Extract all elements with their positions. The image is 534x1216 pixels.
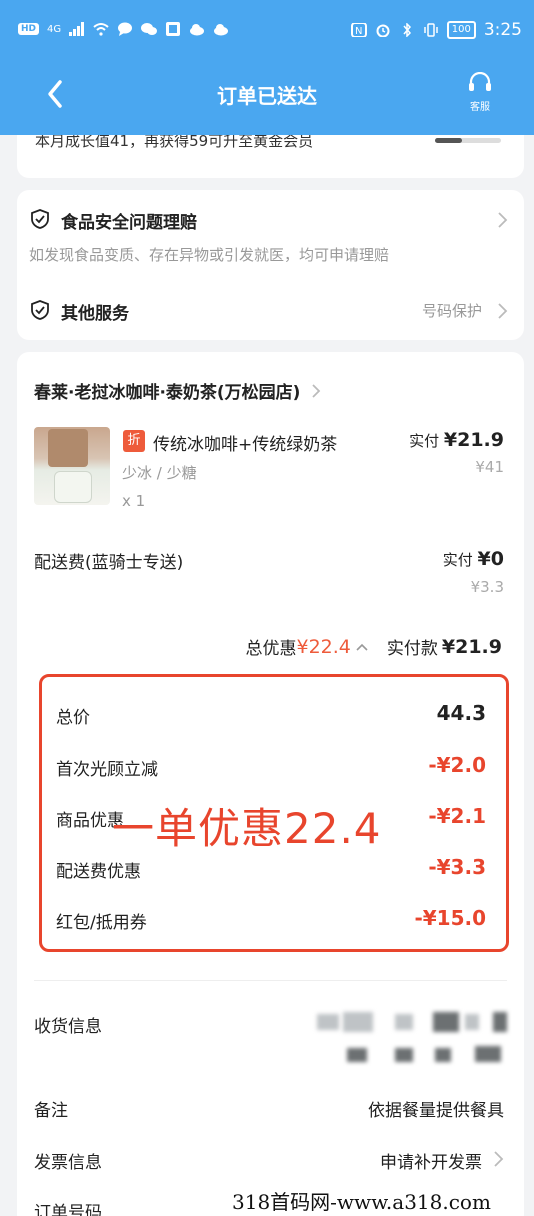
item-paid-price: 实付 ¥21.9 xyxy=(409,429,504,451)
order-card: 春莱·老挝冰咖啡·泰奶茶(万松园店) 折 传统冰咖啡+传统绿奶茶 少冰 / 少糖… xyxy=(17,352,524,1216)
food-safety-desc: 如发现食品变质、存在异物或引发就医，均可申请理赔 xyxy=(29,246,390,264)
hd-indicator: HD xyxy=(18,23,40,35)
breakdown-label: 总价 xyxy=(56,708,90,728)
breakdown-label: 首次光顾立减 xyxy=(56,760,158,780)
cloud-icon xyxy=(214,24,229,36)
delivery-original-price: ¥3.3 xyxy=(470,578,504,596)
discount-breakdown: 总价 44.3 首次光顾立减 -¥2.0 商品优惠 -¥2.1 配送费优惠 -¥… xyxy=(39,674,509,952)
watermark: 318首码网-www.a318.com xyxy=(232,1190,491,1214)
signal-icon xyxy=(69,22,85,36)
cloud-icon xyxy=(190,24,205,36)
breakdown-row: 总价 44.3 xyxy=(56,701,486,728)
alarm-icon xyxy=(376,24,390,37)
status-bar: HD 4G N 100 3:25 xyxy=(0,0,534,62)
breakdown-value: -¥15.0 xyxy=(414,906,486,930)
wifi-icon xyxy=(93,23,109,36)
headset-icon xyxy=(469,71,491,91)
number-protection-label[interactable]: 号码保护 xyxy=(422,300,482,321)
chevron-right-icon[interactable] xyxy=(496,302,508,320)
food-safety-title[interactable]: 食品安全问题理赔 xyxy=(61,208,197,233)
breakdown-label: 配送费优惠 xyxy=(56,862,141,882)
growth-progress-bar xyxy=(435,138,501,143)
invoice-value[interactable]: 申请补开发票 xyxy=(380,1148,482,1173)
product-name: 传统冰咖啡+传统绿奶茶 xyxy=(153,435,338,455)
chevron-up-icon[interactable] xyxy=(355,642,369,652)
breakdown-label: 红包/抵用券 xyxy=(56,913,147,933)
delivery-paid-price: 实付 ¥0 xyxy=(443,548,504,570)
total-paid-label: 实付款 xyxy=(386,639,438,659)
top-bar: HD 4G N 100 3:25 订单已送达 客服 xyxy=(0,0,534,135)
store-name[interactable]: 春莱·老挝冰咖啡·泰奶茶(万松园店) xyxy=(34,378,322,403)
chevron-right-icon xyxy=(312,384,321,398)
breakdown-row: 配送费优惠 -¥3.3 xyxy=(56,855,486,882)
svg-text:N: N xyxy=(355,26,362,37)
chevron-right-icon[interactable] xyxy=(492,1150,504,1168)
wechat-icon xyxy=(141,23,158,35)
breakdown-row: 红包/抵用券 -¥15.0 xyxy=(56,906,486,933)
total-discount-label: 总优惠 xyxy=(245,639,297,659)
breakdown-value: -¥2.0 xyxy=(428,753,486,777)
divider xyxy=(34,980,507,981)
total-paid-value: ¥21.9 xyxy=(441,635,502,658)
delivery-fee-label: 配送费(蓝骑士专送) xyxy=(34,553,184,573)
note-label: 备注 xyxy=(34,1101,68,1121)
discount-badge: 折 xyxy=(123,430,145,452)
chevron-right-icon[interactable] xyxy=(496,211,508,229)
item-paid-label: 实付 xyxy=(409,432,440,450)
product-spec: 少冰 / 少糖 xyxy=(122,464,197,482)
customer-service-label: 客服 xyxy=(470,102,490,113)
shield-check-icon xyxy=(31,300,49,320)
receiver-info-label: 收货信息 xyxy=(34,1017,102,1037)
chat-bubble-icon xyxy=(118,22,133,36)
breakdown-value: -¥2.1 xyxy=(428,804,486,828)
network-indicator: 4G xyxy=(47,23,62,35)
delivery-paid-value: ¥0 xyxy=(477,548,504,570)
shield-check-icon xyxy=(31,209,49,229)
promo-overlay-text: 一单优惠22.4 xyxy=(112,804,382,853)
invoice-label: 发票信息 xyxy=(34,1153,102,1173)
page-title: 订单已送达 xyxy=(217,84,317,108)
clock: 3:25 xyxy=(483,20,522,40)
battery-indicator: 100 xyxy=(446,21,476,39)
item-paid-value: ¥21.9 xyxy=(443,429,504,451)
store-name-label: 春莱·老挝冰咖啡·泰奶茶(万松园店) xyxy=(34,383,301,403)
note-value: 依据餐量提供餐具 xyxy=(368,1101,504,1121)
product-thumbnail[interactable] xyxy=(34,427,110,505)
delivery-paid-label: 实付 xyxy=(442,551,473,569)
nfc-icon: N xyxy=(350,23,367,37)
breakdown-row: 首次光顾立减 -¥2.0 xyxy=(56,753,486,780)
total-discount-value: ¥22.4 xyxy=(296,635,351,658)
other-services-title[interactable]: 其他服务 xyxy=(61,299,129,324)
services-card: 食品安全问题理赔 如发现食品变质、存在异物或引发就医，均可申请理赔 其他服务 号… xyxy=(17,190,524,340)
item-original-price: ¥41 xyxy=(475,458,504,476)
breakdown-value: -¥3.3 xyxy=(428,855,486,879)
order-totals[interactable]: 总优惠 ¥22.4 实付款 ¥21.9 xyxy=(245,634,502,660)
vibrate-icon xyxy=(423,23,438,37)
customer-service-button[interactable]: 客服 xyxy=(464,71,496,113)
product-quantity: x 1 xyxy=(122,492,146,510)
bluetooth-icon xyxy=(403,23,411,37)
order-number-label: 订单号码 xyxy=(34,1203,102,1216)
app-icon xyxy=(166,22,181,36)
breakdown-value: 44.3 xyxy=(436,701,486,725)
